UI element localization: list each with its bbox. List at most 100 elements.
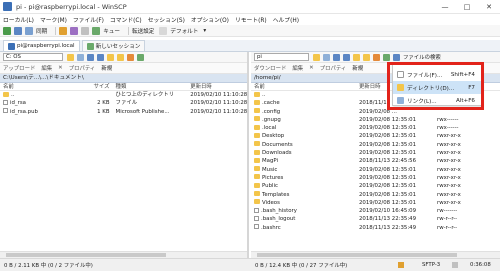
cell-date: 2019/02/08 12:35:01: [356, 191, 434, 199]
parent-folder-icon[interactable]: [107, 53, 114, 61]
back-icon[interactable]: [87, 53, 94, 61]
download-button[interactable]: ダウンロード: [254, 64, 286, 72]
col-name[interactable]: 名前: [0, 83, 85, 90]
filter-icon[interactable]: [323, 53, 330, 61]
terminal-icon[interactable]: [70, 26, 79, 35]
local-horizontal-scrollbar[interactable]: [0, 251, 247, 258]
maximize-icon[interactable]: □: [456, 0, 478, 14]
cell-size-text: 2 KB: [97, 100, 110, 107]
scroll-thumb[interactable]: [6, 253, 166, 257]
folder-icon[interactable]: [313, 53, 320, 61]
table-row[interactable]: .bashrc 2018/11/13 22:35:49 rw-r--r--: [251, 224, 500, 232]
menu-file[interactable]: ファイル(F): [73, 15, 104, 24]
delete-icon[interactable]: ✕: [309, 65, 314, 71]
cell-permission: [434, 108, 494, 116]
edit-button[interactable]: 編集: [292, 64, 303, 72]
delete-icon[interactable]: ✕: [58, 65, 63, 71]
cell-name-text: .bash_logout: [261, 216, 296, 223]
forward-icon[interactable]: [343, 53, 350, 61]
transfer-settings-icon[interactable]: [159, 26, 168, 35]
table-row[interactable]: .bash_logout 2018/11/13 22:35:49 rw-r--r--: [251, 215, 500, 223]
local-drive-select[interactable]: C: OS: [3, 53, 63, 61]
edit-button[interactable]: 編集: [41, 64, 52, 72]
refresh-icon[interactable]: [383, 53, 390, 61]
cell-date-text: 2018/11/13 22:35:49: [359, 216, 416, 223]
new-window-icon[interactable]: [3, 26, 11, 35]
cell-name: id_rsa.pub: [0, 108, 85, 116]
parent-folder-icon[interactable]: [353, 53, 360, 61]
compare-icon[interactable]: [14, 26, 22, 35]
table-row[interactable]: .local 2019/02/08 12:35:01 rwx------: [251, 124, 500, 132]
scroll-thumb[interactable]: [257, 253, 457, 257]
find-files-button[interactable]: ファイルの検索: [403, 53, 441, 61]
home-icon[interactable]: [373, 53, 380, 61]
menu-remote[interactable]: リモート(R): [235, 15, 267, 24]
remote-dir-select[interactable]: pi: [254, 53, 309, 61]
menu-mark[interactable]: マーク(M): [40, 15, 67, 24]
back-icon[interactable]: [333, 53, 340, 61]
menu-item-label: リンク(L)...: [407, 98, 437, 105]
minimize-icon[interactable]: —: [434, 0, 456, 14]
table-row[interactable]: Downloads 2019/02/08 12:35:01 rwxr-xr-x: [251, 149, 500, 157]
sync-button[interactable]: 同期: [36, 27, 47, 35]
col-date[interactable]: 更新日時: [187, 83, 247, 90]
new-button[interactable]: 新規: [101, 64, 112, 72]
forward-icon[interactable]: [97, 53, 104, 61]
settings-icon[interactable]: [81, 26, 90, 35]
properties-button[interactable]: プロパティ: [320, 64, 347, 72]
sync-icon[interactable]: [25, 26, 33, 35]
table-row[interactable]: Templates 2019/02/08 12:35:01 rwxr-xr-x: [251, 191, 500, 199]
col-size[interactable]: サイズ: [85, 83, 113, 90]
cell-name-text: .bashrc: [261, 224, 281, 231]
table-row[interactable]: Videos 2019/02/08 12:35:01 rwxr-xr-x: [251, 199, 500, 207]
col-type[interactable]: 種類: [113, 83, 188, 90]
table-row[interactable]: Music 2019/02/08 12:35:01 rwxr-xr-x: [251, 166, 500, 174]
upload-button[interactable]: アップロード: [3, 64, 35, 72]
search-icon[interactable]: [393, 53, 400, 61]
menu-local[interactable]: ローカル(L): [3, 15, 34, 24]
keep-up-to-date-icon[interactable]: [59, 26, 68, 35]
tab-session[interactable]: pi@raspberrypi.local: [3, 40, 80, 51]
menu-item-new-file[interactable]: ファイル(F)... Shift+F4: [393, 68, 481, 81]
cell-name: Videos: [251, 199, 356, 207]
close-icon[interactable]: ✕: [478, 0, 500, 14]
menu-help[interactable]: ヘルプ(H): [273, 15, 299, 24]
table-row[interactable]: Documents 2019/02/08 12:35:01 rwxr-xr-x: [251, 141, 500, 149]
cell-type-text: Microsoft Publishe...: [115, 108, 170, 115]
menu-options[interactable]: オプション(O): [191, 15, 229, 24]
filter-icon[interactable]: [77, 53, 84, 61]
queue-button[interactable]: キュー: [103, 27, 120, 35]
chevron-down-icon[interactable]: ▾: [203, 28, 206, 34]
root-folder-icon[interactable]: [117, 53, 124, 61]
cell-date-text: 2019/02/08 12:35:01: [359, 150, 416, 157]
home-icon[interactable]: [127, 53, 134, 61]
remote-horizontal-scrollbar[interactable]: [251, 251, 500, 258]
table-row[interactable]: id_rsa.pub 1 KB Microsoft Publishe... 2019/…: [0, 108, 247, 116]
table-row[interactable]: .gnupg 2019/02/08 12:35:01 rwx------: [251, 116, 500, 124]
cell-name-text: Documents: [262, 141, 293, 148]
root-folder-icon[interactable]: [363, 53, 370, 61]
table-row[interactable]: .bash_history 2019/02/10 16:45:09 rw------…: [251, 207, 500, 215]
table-row[interactable]: id_rsa 2 KB ファイル 2019/02/10 11:10:28: [0, 99, 247, 107]
transfer-settings-select[interactable]: デフォルト: [170, 27, 198, 35]
session-time: 0:36:08: [470, 262, 491, 268]
new-button[interactable]: 新規: [352, 64, 363, 72]
cell-permission: rwxr-xr-x: [434, 157, 494, 165]
queue-icon[interactable]: [92, 26, 101, 35]
folder-icon[interactable]: [67, 53, 74, 61]
table-row[interactable]: Public 2019/02/08 12:35:01 rwxr-xr-x: [251, 182, 500, 190]
properties-button[interactable]: プロパティ: [69, 64, 96, 72]
cell-date: 2019/02/08 ...: [356, 108, 434, 116]
menu-item-new-directory[interactable]: ディレクトリ(D)... F7: [393, 81, 481, 94]
tab-new-session[interactable]: 新しいセッション: [81, 40, 146, 51]
refresh-icon[interactable]: [137, 53, 144, 61]
menu-item-new-link[interactable]: リンク(L)... Alt+F6: [393, 94, 481, 107]
table-row[interactable]: .. ひとつ上のディレクトリ 2019/02/10 11:10:28: [0, 91, 247, 99]
table-row[interactable]: .config 2019/02/08 ...: [251, 108, 500, 116]
table-row[interactable]: Desktop 2019/02/08 12:35:01 rwxr-xr-x: [251, 132, 500, 140]
table-row[interactable]: Pictures 2019/02/08 12:35:01 rwxr-xr-x: [251, 174, 500, 182]
table-row[interactable]: MagPi 2018/11/13 22:45:56 rwxr-xr-x: [251, 157, 500, 165]
col-name[interactable]: 名前: [251, 83, 356, 90]
menu-command[interactable]: コマンド(C): [110, 15, 142, 24]
menu-session[interactable]: セッション(S): [148, 15, 185, 24]
